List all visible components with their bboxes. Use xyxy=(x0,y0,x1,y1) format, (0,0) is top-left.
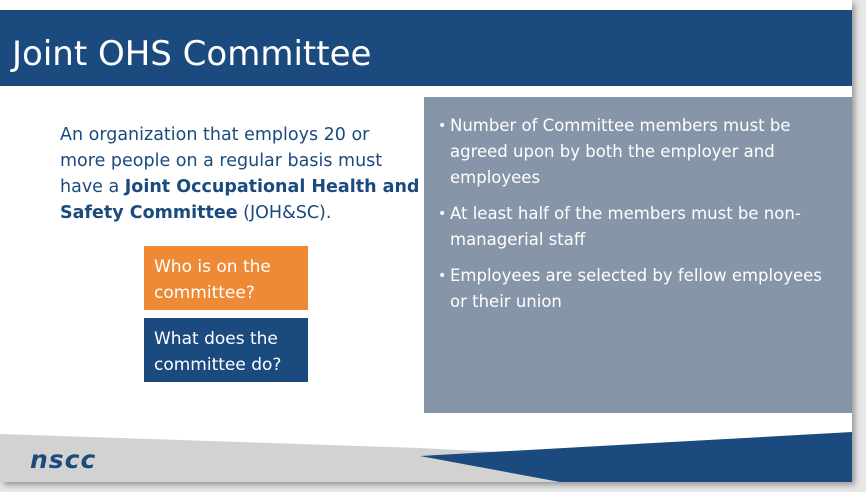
bullet-item: • Employees are selected by fellow emplo… xyxy=(438,263,842,315)
bullet-dot: • xyxy=(438,118,447,134)
slide-title: Joint OHS Committee xyxy=(12,34,372,74)
bullet-dot: • xyxy=(438,206,447,222)
bullet-dot: • xyxy=(438,268,447,284)
nscc-logo: nscc xyxy=(30,445,97,474)
bullet-item: • At least half of the members must be n… xyxy=(438,201,842,253)
bullet-text: At least half of the members must be non… xyxy=(450,204,801,249)
bullet-text: Employees are selected by fellow employe… xyxy=(450,266,822,311)
what-does-committee-do-button[interactable]: What does the committee do? xyxy=(144,318,308,382)
info-panel: • Number of Committee members must be ag… xyxy=(424,97,852,413)
intro-tail: (JOH&SC). xyxy=(237,203,332,223)
bullet-text: Number of Committee members must be agre… xyxy=(450,116,791,187)
footer-band xyxy=(0,432,852,482)
intro-paragraph: An organization that employs 20 or more … xyxy=(60,122,420,226)
who-is-on-committee-button[interactable]: Who is on the committee? xyxy=(144,246,308,310)
title-bar: Joint OHS Committee xyxy=(0,10,852,86)
bullet-item: • Number of Committee members must be ag… xyxy=(438,113,842,191)
bullet-list: • Number of Committee members must be ag… xyxy=(438,113,842,325)
slide: Joint OHS Committee An organization that… xyxy=(0,0,852,482)
